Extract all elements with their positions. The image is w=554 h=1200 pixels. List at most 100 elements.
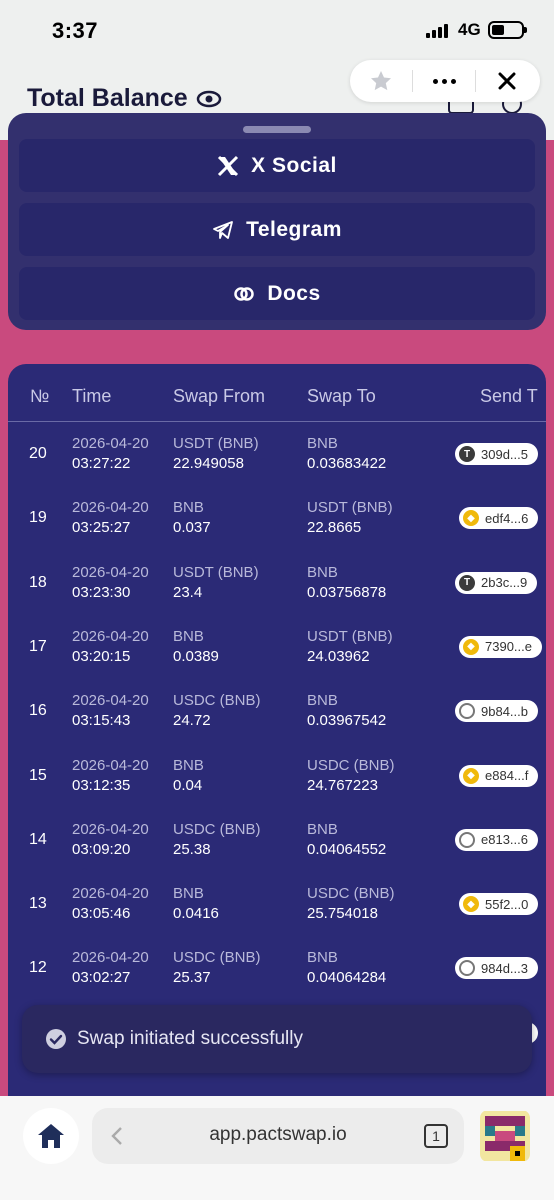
tx-hash: e884...f — [485, 768, 529, 783]
to-token: BNB — [307, 820, 338, 838]
row-swap-to: BNB 0.03756878 — [307, 563, 386, 603]
signal-icon — [426, 24, 452, 38]
row-time: 2026-04-20 03:15:43 — [72, 691, 149, 731]
table-row[interactable]: 14 2026-04-20 03:09:20 USDC (BNB) 25.38 BNB 0.… — [8, 808, 546, 872]
favorite-button[interactable] — [350, 60, 412, 102]
table-row[interactable]: 15 2026-04-20 03:12:35 BNB 0.04 USDC (BNB) 24.… — [8, 744, 546, 808]
row-time-text: 03:02:27 — [72, 969, 131, 987]
table-row[interactable]: 13 2026-04-20 03:05:46 BNB 0.0416 USDC (BNB) 2… — [8, 872, 546, 936]
send-tx-link[interactable]: e813...6 — [455, 828, 538, 851]
table-row[interactable]: 12 2026-04-20 03:02:27 USDC (BNB) 25.37 BNB 0.… — [8, 936, 546, 1000]
row-number: 15 — [29, 766, 47, 784]
row-swap-to: BNB 0.04064552 — [307, 820, 386, 860]
eye-icon[interactable] — [196, 90, 222, 108]
column-number: № — [30, 386, 50, 406]
tx-hash: 309d...5 — [481, 446, 528, 462]
row-swap-to: BNB 0.04064284 — [307, 948, 386, 988]
row-number: 12 — [29, 959, 47, 977]
row-swap-to: USDC (BNB) 25.754018 — [307, 884, 395, 924]
url-text: app.pactswap.io — [209, 1124, 347, 1145]
swap-history-table: № Time Swap From Swap To Send T 20 2026-0… — [8, 364, 546, 1104]
x-social-label: X Social — [251, 153, 337, 177]
to-amount: 0.03756878 — [307, 583, 387, 601]
send-tx-link[interactable]: T 2b3c...9 — [455, 571, 538, 594]
tx-hash: 2b3c...9 — [481, 575, 528, 591]
to-token: USDT (BNB) — [307, 627, 393, 645]
row-swap-from: USDC (BNB) 25.38 — [173, 820, 261, 860]
close-icon — [498, 72, 516, 90]
to-token: USDC (BNB) — [307, 756, 395, 774]
usdc-token-icon — [459, 703, 475, 720]
row-swap-to: BNB 0.03683422 — [307, 434, 386, 474]
row-number: 14 — [29, 830, 47, 848]
bnb-token-icon: ◆ — [463, 510, 479, 527]
total-balance-label: Total Balance — [27, 84, 188, 112]
close-button[interactable] — [476, 60, 538, 102]
telegram-button[interactable]: Telegram — [19, 203, 535, 256]
table-row[interactable]: 18 2026-04-20 03:23:30 USDT (BNB) 23.4 BNB 0.0… — [8, 551, 546, 615]
tabs-count-button[interactable]: 1 — [424, 1124, 448, 1148]
sheet-drag-handle[interactable] — [243, 126, 311, 133]
from-amount: 24.72 — [173, 712, 211, 730]
tx-hash: edf4...6 — [485, 510, 529, 526]
from-amount: 0.04 — [173, 776, 203, 794]
send-tx-link[interactable]: ◆ 7390...e — [459, 635, 542, 658]
row-time-text: 03:20:15 — [72, 647, 131, 665]
send-tx-link[interactable]: 9b84...b — [455, 700, 538, 723]
column-swap-from: Swap From — [173, 386, 266, 406]
from-token: USDT (BNB) — [173, 563, 259, 581]
docs-button[interactable]: Docs — [19, 267, 535, 320]
row-swap-from: USDT (BNB) 22.949058 — [173, 434, 259, 474]
docs-label: Docs — [267, 281, 321, 305]
bnb-token-icon: ◆ — [463, 896, 479, 913]
to-amount: 24.03962 — [307, 647, 370, 665]
docs-logo-icon — [234, 286, 255, 301]
more-button[interactable] — [413, 60, 475, 102]
send-tx-link[interactable]: ◆ e884...f — [459, 764, 539, 787]
from-amount: 23.4 — [173, 583, 203, 601]
row-swap-to: USDC (BNB) 24.767223 — [307, 756, 395, 796]
send-tx-link[interactable]: ◆ 55f2...0 — [459, 893, 539, 916]
row-number: 19 — [29, 509, 47, 527]
column-send-to: Send T — [480, 386, 538, 406]
table-row[interactable]: 17 2026-04-20 03:20:15 BNB 0.0389 USDT (BNB) 2… — [8, 615, 546, 679]
pixel-avatar-icon — [480, 1111, 530, 1161]
row-date-text: 2026-04-20 — [72, 885, 149, 903]
avatar[interactable] — [480, 1110, 530, 1162]
table-row[interactable]: 19 2026-04-20 03:25:27 BNB 0.037 USDT (BNB) 22… — [8, 486, 546, 550]
row-number: 20 — [29, 445, 47, 462]
send-tx-link[interactable]: T 309d...5 — [455, 443, 538, 465]
row-time-text: 03:27:22 — [72, 455, 131, 472]
table-row[interactable]: 16 2026-04-20 03:15:43 USDC (BNB) 24.72 BNB 0.… — [8, 679, 546, 743]
from-token: BNB — [173, 756, 204, 774]
from-token: USDT (BNB) — [173, 435, 259, 452]
send-tx-link[interactable]: 984d...3 — [455, 957, 538, 980]
x-social-button[interactable]: X Social — [19, 139, 535, 192]
bnb-token-icon: ◆ — [463, 638, 479, 655]
table-row[interactable]: 20 2026-04-20 03:27:22 USDT (BNB) 22.949058 B… — [8, 422, 546, 486]
from-token: BNB — [173, 499, 204, 517]
to-token: BNB — [307, 949, 338, 967]
to-amount: 0.04064552 — [307, 840, 387, 858]
row-time: 2026-04-20 03:23:30 — [72, 563, 149, 603]
row-date-text: 2026-04-20 — [72, 499, 149, 517]
to-amount: 0.03683422 — [307, 455, 387, 472]
mini-program-capsule — [350, 60, 540, 102]
from-token: BNB — [173, 885, 204, 903]
row-time-text: 03:25:27 — [72, 519, 131, 537]
from-token: BNB — [173, 627, 204, 645]
from-amount: 0.037 — [173, 519, 211, 537]
row-swap-from: BNB 0.0389 — [173, 627, 219, 667]
battery-icon — [488, 21, 527, 39]
row-time: 2026-04-20 03:02:27 — [72, 948, 149, 988]
send-tx-link[interactable]: ◆ edf4...6 — [459, 507, 539, 530]
total-balance-heading: Total Balance — [27, 84, 222, 113]
to-amount: 24.767223 — [307, 776, 378, 794]
row-number: 13 — [29, 895, 47, 913]
tx-hash: 55f2...0 — [485, 896, 529, 912]
to-token: BNB — [307, 692, 338, 710]
address-bar[interactable]: app.pactswap.io 1 — [92, 1108, 464, 1164]
row-date-text: 2026-04-20 — [72, 820, 149, 838]
row-time-text: 03:15:43 — [72, 712, 131, 730]
home-button[interactable] — [23, 1108, 79, 1164]
